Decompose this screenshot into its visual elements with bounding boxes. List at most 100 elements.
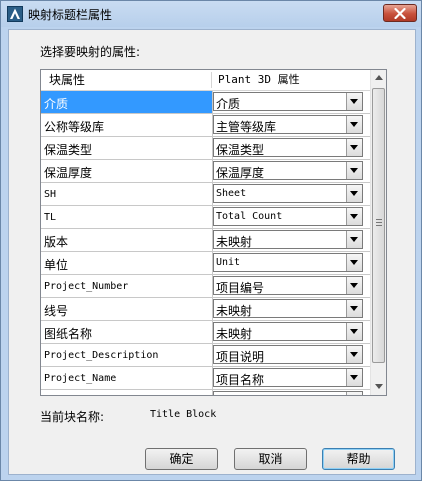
dropdown-button[interactable] xyxy=(346,346,362,363)
plant3d-attribute-cell xyxy=(213,390,370,395)
chevron-down-icon xyxy=(350,283,358,288)
table-row[interactable]: TL Total Count xyxy=(41,206,370,229)
table-row[interactable]: Project_Number 项目编号 xyxy=(41,275,370,298)
dropdown-button[interactable] xyxy=(346,162,362,179)
dropdown-button[interactable] xyxy=(346,254,362,271)
table-row[interactable]: 保温类型 保温类型 xyxy=(41,137,370,160)
block-attribute-cell[interactable]: 介质 xyxy=(41,91,213,114)
block-attribute-name: Project_Name xyxy=(44,373,117,384)
table-row[interactable]: 版本 未映射 xyxy=(41,229,370,252)
plant3d-attribute-dropdown[interactable]: Unit xyxy=(213,253,363,272)
arrow-up-icon xyxy=(375,75,383,80)
table-row[interactable]: 线号 未映射 xyxy=(41,298,370,321)
block-attribute-name: 单位 xyxy=(44,258,69,272)
plant3d-attribute-dropdown[interactable] xyxy=(213,391,363,395)
table-row[interactable]: Project_Name 项目名称 xyxy=(41,367,370,390)
help-button[interactable]: 帮助 xyxy=(322,448,395,470)
scroll-thumb[interactable] xyxy=(372,88,385,363)
plant3d-attribute-dropdown[interactable]: Total Count xyxy=(213,207,363,226)
block-attribute-cell[interactable]: 图纸名称 xyxy=(41,321,213,344)
table-row[interactable]: 介质 介质 xyxy=(41,91,370,114)
block-attribute-cell[interactable]: 保温类型 xyxy=(41,137,213,160)
dropdown-button[interactable] xyxy=(346,139,362,156)
table-row[interactable]: 保温厚度 保温厚度 xyxy=(41,160,370,183)
block-attribute-cell[interactable]: 公称等级库 xyxy=(41,114,213,137)
plant3d-attribute-cell: 未映射 xyxy=(213,229,370,252)
close-button[interactable] xyxy=(383,4,417,22)
dropdown-selected-value: 项目说明 xyxy=(216,350,265,364)
plant3d-attribute-dropdown[interactable]: 保温类型 xyxy=(213,138,363,157)
plant3d-attribute-dropdown[interactable]: 保温厚度 xyxy=(213,161,363,180)
chevron-down-icon xyxy=(350,375,358,380)
dropdown-selected-value: 未映射 xyxy=(216,304,253,318)
dropdown-button[interactable] xyxy=(346,208,362,225)
close-icon xyxy=(394,8,406,19)
title-bar[interactable]: 映射标题栏属性 xyxy=(1,1,421,27)
block-attribute-cell[interactable]: SH xyxy=(41,183,213,206)
plant3d-attribute-cell: 未映射 xyxy=(213,298,370,321)
table-row[interactable]: 图纸名称 未映射 xyxy=(41,321,370,344)
table-row[interactable]: 单位 Unit xyxy=(41,252,370,275)
plant3d-attribute-cell: 介质 xyxy=(213,91,370,114)
plant3d-attribute-cell: 未映射 xyxy=(213,321,370,344)
dropdown-button[interactable] xyxy=(346,116,362,133)
dropdown-selected-value: Total Count xyxy=(216,211,283,222)
plant3d-attribute-cell: Unit xyxy=(213,252,370,275)
dropdown-button[interactable] xyxy=(346,392,362,395)
plant3d-attribute-cell: 主管等级库 xyxy=(213,114,370,137)
column-header-block-attribute[interactable]: 块属性 xyxy=(49,70,85,90)
plant3d-attribute-dropdown[interactable]: 未映射 xyxy=(213,230,363,249)
plant3d-attribute-dropdown[interactable]: 主管等级库 xyxy=(213,115,363,134)
dialog-body: 选择要映射的属性: 块属性 Plant 3D 属性 介质 介质 公称等级库 主管等级库… xyxy=(8,29,416,475)
plant3d-attribute-dropdown[interactable]: 未映射 xyxy=(213,322,363,341)
scroll-grip xyxy=(376,222,382,223)
dropdown-button[interactable] xyxy=(346,300,362,317)
dropdown-button[interactable] xyxy=(346,185,362,202)
current-block-value: Title Block xyxy=(150,409,217,420)
dropdown-button[interactable] xyxy=(346,323,362,340)
plant3d-attribute-cell: 保温类型 xyxy=(213,137,370,160)
block-attribute-cell[interactable]: 版本 xyxy=(41,229,213,252)
plant3d-attribute-cell: 项目编号 xyxy=(213,275,370,298)
dropdown-button[interactable] xyxy=(346,369,362,386)
dropdown-selected-value: 未映射 xyxy=(216,327,253,341)
plant3d-attribute-dropdown[interactable]: 项目编号 xyxy=(213,276,363,295)
block-attribute-name: 公称等级库 xyxy=(44,120,105,134)
ok-button[interactable]: 确定 xyxy=(145,448,218,470)
scroll-up-button[interactable] xyxy=(371,70,386,86)
block-attribute-cell[interactable]: Project_Number xyxy=(41,275,213,298)
arrow-down-icon xyxy=(375,384,383,389)
chevron-down-icon xyxy=(350,352,358,357)
table-row[interactable]: SH Sheet xyxy=(41,183,370,206)
dropdown-button[interactable] xyxy=(346,231,362,248)
scroll-down-button[interactable] xyxy=(371,379,386,395)
dropdown-selected-value: 项目编号 xyxy=(216,281,265,295)
block-attribute-cell[interactable]: Project_Name xyxy=(41,367,213,390)
plant3d-attribute-dropdown[interactable]: 介质 xyxy=(213,92,363,111)
dropdown-selected-value: Unit xyxy=(216,257,241,268)
block-attribute-cell[interactable]: 单位 xyxy=(41,252,213,275)
block-attribute-cell[interactable]: 保温厚度 xyxy=(41,160,213,183)
cancel-button[interactable]: 取消 xyxy=(234,448,307,470)
chevron-down-icon xyxy=(350,168,358,173)
dropdown-button[interactable] xyxy=(346,93,362,110)
block-attribute-name: 介质 xyxy=(44,97,69,111)
plant3d-attribute-cell: 保温厚度 xyxy=(213,160,370,183)
chevron-down-icon xyxy=(350,191,358,196)
vertical-scrollbar[interactable] xyxy=(370,70,386,395)
block-attribute-cell[interactable] xyxy=(41,390,213,395)
table-row[interactable]: 公称等级库 主管等级库 xyxy=(41,114,370,137)
plant3d-attribute-dropdown[interactable]: 项目名称 xyxy=(213,368,363,387)
dropdown-button[interactable] xyxy=(346,277,362,294)
chevron-down-icon xyxy=(350,306,358,311)
block-attribute-cell[interactable]: TL xyxy=(41,206,213,229)
table-row[interactable]: Project_Description 项目说明 xyxy=(41,344,370,367)
plant3d-attribute-dropdown[interactable]: 项目说明 xyxy=(213,345,363,364)
column-divider[interactable] xyxy=(211,72,212,88)
column-header-plant3d-attribute[interactable]: Plant 3D 属性 xyxy=(218,70,300,90)
block-attribute-cell[interactable]: Project_Description xyxy=(41,344,213,367)
block-attribute-cell[interactable]: 线号 xyxy=(41,298,213,321)
plant3d-attribute-dropdown[interactable]: Sheet xyxy=(213,184,363,203)
table-row[interactable] xyxy=(41,390,370,395)
plant3d-attribute-dropdown[interactable]: 未映射 xyxy=(213,299,363,318)
